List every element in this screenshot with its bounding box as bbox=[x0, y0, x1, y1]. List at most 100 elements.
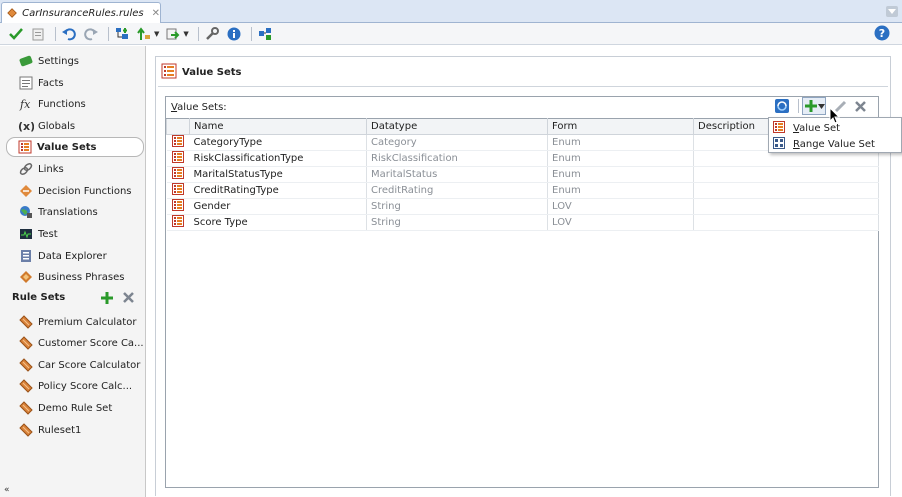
ruleset-item[interactable]: Ruleset1 bbox=[8, 420, 144, 440]
cell-name[interactable]: Gender bbox=[189, 198, 367, 215]
menu-item-label: Value Set bbox=[793, 122, 841, 134]
cell-description[interactable] bbox=[693, 214, 879, 231]
cell-name[interactable]: CategoryType bbox=[189, 134, 367, 151]
close-tab-icon[interactable]: ✕ bbox=[152, 8, 160, 19]
sidebar-item-data-explorer[interactable]: Data Explorer bbox=[8, 246, 144, 266]
validate-checkmark-icon[interactable] bbox=[7, 25, 25, 43]
cell-description[interactable] bbox=[693, 166, 879, 183]
table-row[interactable]: Gender String LOV bbox=[166, 198, 879, 215]
sidebar-item-label: Test bbox=[38, 228, 58, 240]
decision-function-icon bbox=[18, 183, 34, 199]
sidebar-item-label: Links bbox=[38, 163, 64, 175]
tab-list-dropdown-icon[interactable] bbox=[886, 6, 898, 17]
cell-datatype[interactable]: RiskClassification bbox=[366, 150, 548, 167]
page-title-text: Value Sets bbox=[182, 67, 242, 78]
row-icon-cell bbox=[166, 182, 190, 199]
cell-name[interactable]: Score Type bbox=[189, 214, 367, 231]
link-icon bbox=[18, 161, 34, 177]
sidebar-item-label: Business Phrases bbox=[38, 271, 125, 283]
cell-form[interactable]: Enum bbox=[547, 182, 694, 199]
valueset-icon bbox=[171, 151, 184, 163]
cell-datatype[interactable]: MaritalStatus bbox=[366, 166, 548, 183]
add-ruleset-icon[interactable] bbox=[100, 291, 114, 308]
row-icon-cell bbox=[166, 198, 190, 215]
sidebar-item-links[interactable]: Links bbox=[8, 159, 144, 179]
value-sets-label: Value Sets: bbox=[171, 102, 227, 113]
sidebar-item-translations[interactable]: Translations bbox=[8, 202, 144, 222]
ruleset-item[interactable]: Premium Calculator bbox=[8, 312, 144, 332]
collapse-sidebar-icon[interactable]: « bbox=[4, 485, 10, 495]
column-header-name[interactable]: Name bbox=[189, 118, 367, 135]
sidebar-item-label: Demo Rule Set bbox=[38, 402, 113, 414]
sidebar-item-value-sets[interactable]: Value Sets bbox=[6, 137, 144, 157]
export-icon[interactable] bbox=[164, 25, 182, 43]
add-value-set-button[interactable] bbox=[802, 97, 826, 115]
refresh-icon[interactable] bbox=[774, 97, 790, 115]
delete-icon[interactable] bbox=[854, 97, 867, 115]
column-header-form[interactable]: Form bbox=[547, 118, 694, 135]
sidebar-item-decision-functions[interactable]: Decision Functions bbox=[8, 181, 144, 201]
cell-datatype[interactable]: Category bbox=[366, 134, 548, 151]
cell-datatype[interactable]: String bbox=[366, 198, 548, 215]
sidebar-item-label: Premium Calculator bbox=[38, 316, 137, 328]
undo-icon[interactable] bbox=[60, 25, 78, 43]
sidebar-item-label: Globals bbox=[38, 120, 76, 132]
ruleset-icon bbox=[18, 378, 34, 394]
chevron-down-icon bbox=[817, 103, 825, 109]
rule-sets-header: Rule Sets bbox=[12, 292, 66, 303]
settings-icon bbox=[18, 53, 34, 69]
table-row[interactable]: Score Type String LOV bbox=[166, 214, 879, 231]
help-icon[interactable]: ? bbox=[874, 25, 890, 44]
row-icon-cell bbox=[166, 166, 190, 183]
info-icon[interactable] bbox=[225, 25, 243, 43]
cell-form[interactable]: Enum bbox=[547, 166, 694, 183]
document-icon[interactable] bbox=[29, 25, 47, 43]
cell-form[interactable]: Enum bbox=[547, 150, 694, 167]
wrench-icon[interactable] bbox=[203, 25, 221, 43]
ruleset-item[interactable]: Customer Score Ca... bbox=[8, 333, 144, 353]
generate-icon[interactable] bbox=[256, 25, 274, 43]
sidebar-item-label: Policy Score Calc... bbox=[38, 380, 133, 392]
sidebar-item-business-phrases[interactable]: Business Phrases bbox=[8, 267, 144, 287]
cell-name[interactable]: RiskClassificationType bbox=[189, 150, 367, 167]
sidebar-item-label: Customer Score Ca... bbox=[38, 337, 144, 349]
cell-name[interactable]: MaritalStatusType bbox=[189, 166, 367, 183]
add-tree-icon[interactable] bbox=[113, 25, 131, 43]
chevron-down-icon[interactable]: ▼ bbox=[183, 30, 188, 38]
sidebar-item-facts[interactable]: Facts bbox=[8, 73, 144, 93]
cell-datatype[interactable]: CreditRating bbox=[366, 182, 548, 199]
file-tab[interactable]: CarInsuranceRules.rules ✕ bbox=[1, 2, 161, 23]
table-row[interactable]: MaritalStatusType MaritalStatus Enum bbox=[166, 166, 879, 183]
svg-text:(x): (x) bbox=[18, 120, 34, 133]
cell-name[interactable]: CreditRatingType bbox=[189, 182, 367, 199]
sidebar-item-test[interactable]: Test bbox=[8, 224, 144, 244]
chevron-down-icon[interactable]: ▼ bbox=[154, 30, 159, 38]
sidebar-item-functions[interactable]: fx Functions bbox=[8, 94, 144, 114]
cell-description[interactable] bbox=[693, 182, 879, 199]
sidebar-item-label: Decision Functions bbox=[38, 185, 132, 197]
sidebar-item-globals[interactable]: (x) Globals bbox=[8, 116, 144, 136]
delete-ruleset-icon[interactable] bbox=[122, 291, 135, 307]
ruleset-item[interactable]: Policy Score Calc... bbox=[8, 376, 144, 396]
test-icon bbox=[18, 226, 34, 242]
mouse-cursor-icon bbox=[829, 107, 840, 124]
table-row[interactable]: CreditRatingType CreditRating Enum bbox=[166, 182, 879, 199]
valueset-icon bbox=[17, 139, 33, 155]
cell-description[interactable] bbox=[693, 198, 879, 215]
cell-datatype[interactable]: String bbox=[366, 214, 548, 231]
ruleset-item[interactable]: Demo Rule Set bbox=[8, 398, 144, 418]
valueset-icon bbox=[171, 183, 184, 195]
sidebar-item-settings[interactable]: Settings bbox=[8, 51, 144, 71]
sidebar-item-label: Value Sets bbox=[37, 141, 97, 153]
sidebar-item-label: Translations bbox=[38, 206, 98, 218]
column-header-datatype[interactable]: Datatype bbox=[366, 118, 548, 135]
valueset-icon bbox=[161, 63, 177, 82]
move-up-icon[interactable] bbox=[135, 25, 153, 43]
redo-icon[interactable] bbox=[82, 25, 100, 43]
cell-form[interactable]: LOV bbox=[547, 198, 694, 215]
file-tab-label: CarInsuranceRules.rules bbox=[22, 7, 144, 19]
cell-form[interactable]: LOV bbox=[547, 214, 694, 231]
cell-form[interactable]: Enum bbox=[547, 134, 694, 151]
ruleset-item[interactable]: Car Score Calculator bbox=[8, 355, 144, 375]
menu-item-range-value-set[interactable]: Range Value Set bbox=[771, 136, 901, 152]
